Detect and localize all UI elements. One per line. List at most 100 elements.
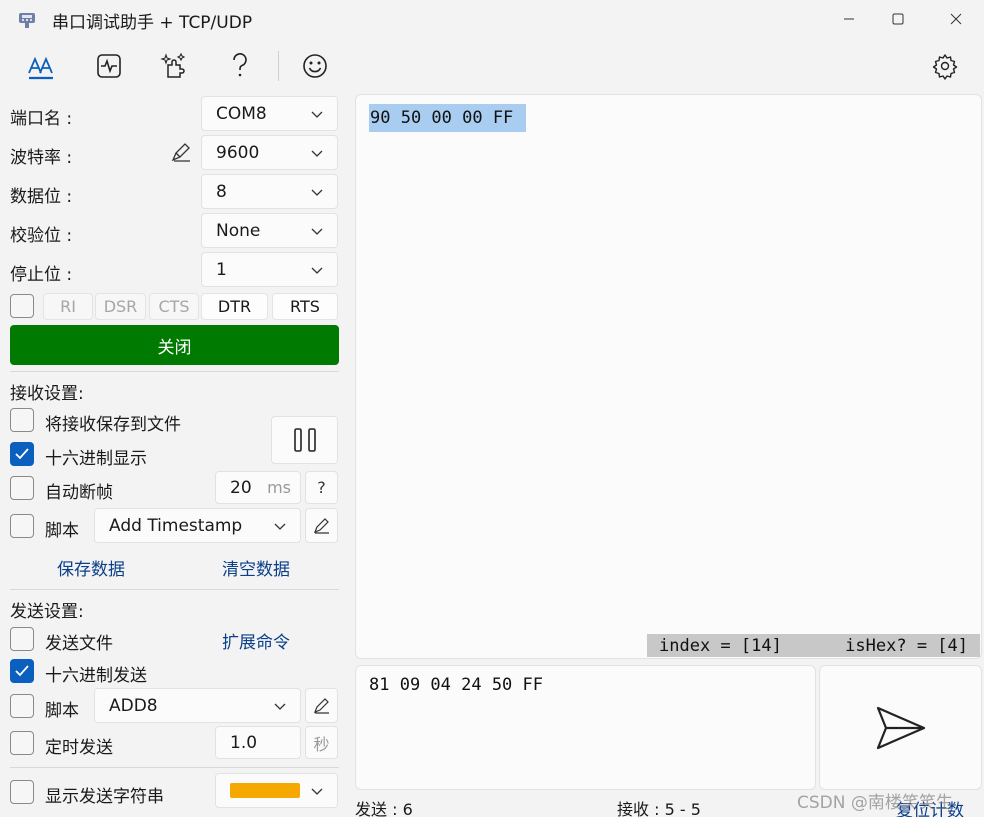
chevron-down-icon: [274, 523, 286, 530]
font-icon[interactable]: [21, 46, 61, 86]
databits-value: 8: [216, 181, 227, 202]
send-script-select[interactable]: ADD8: [94, 688, 301, 723]
status-index: index = [14]: [659, 635, 782, 656]
parity-select[interactable]: None: [201, 213, 338, 248]
baud-value: 9600: [216, 142, 260, 163]
title-bar: 串口调试助手 + TCP/UDP: [0, 0, 984, 38]
chevron-down-icon: [311, 189, 323, 196]
stopbits-value: 1: [216, 259, 227, 280]
frame-help-button[interactable]: ?: [305, 471, 338, 504]
chevron-down-icon: [311, 111, 323, 118]
signal-dsr: DSR: [95, 293, 146, 320]
extend-command-link[interactable]: 扩展命令: [222, 628, 290, 653]
timed-send-checkbox[interactable]: [10, 731, 34, 755]
frame-timeout-input[interactable]: 20 ms: [215, 471, 301, 504]
parity-label: 校验位 :: [10, 226, 73, 246]
watermark: CSDN @南楼笑笑生: [797, 793, 953, 813]
clear-data-link[interactable]: 清空数据: [222, 555, 290, 580]
receive-script-checkbox[interactable]: [10, 514, 34, 538]
send-script-checkbox[interactable]: [10, 694, 34, 718]
timed-send-label: 定时发送: [45, 738, 113, 758]
hex-send-checkbox[interactable]: [10, 659, 34, 683]
signal-ri: RI: [43, 293, 93, 320]
timed-send-value: 1.0: [230, 732, 258, 753]
chevron-down-icon: [274, 703, 286, 710]
chevron-down-icon: [311, 150, 323, 157]
save-to-file-checkbox[interactable]: [10, 408, 34, 432]
send-text-input[interactable]: 81 09 04 24 50 FF: [355, 665, 816, 790]
send-icon: [876, 706, 925, 749]
port-value: COM8: [216, 103, 267, 124]
save-data-link[interactable]: 保存数据: [57, 555, 125, 580]
auto-frame-checkbox[interactable]: [10, 476, 34, 500]
baud-label: 波特率 :: [10, 148, 73, 168]
waveform-icon[interactable]: [89, 46, 129, 86]
received-count: 接收 : 5 - 5: [617, 800, 701, 817]
chevron-down-icon: [311, 267, 323, 274]
close-port-button[interactable]: 关闭: [10, 325, 339, 365]
receive-script-value: Add Timestamp: [109, 515, 243, 536]
timed-send-input[interactable]: 1.0: [215, 726, 301, 759]
signal-cts: CTS: [149, 293, 199, 320]
settings-icon[interactable]: [925, 46, 965, 86]
baud-select[interactable]: 9600: [201, 135, 338, 170]
color-swatch: [230, 783, 300, 798]
chevron-down-icon: [311, 228, 323, 235]
receive-panel[interactable]: 90 50 00 00 FF index = [14] isHex? = [4]: [355, 94, 982, 659]
frame-timeout-unit: ms: [267, 478, 291, 497]
signal-rts-button[interactable]: RTS: [272, 293, 338, 320]
divider: [10, 589, 339, 590]
pen-icon: [313, 697, 329, 714]
save-to-file-label: 将接收保存到文件: [45, 415, 181, 435]
pen-icon: [313, 517, 329, 534]
status-bar: index = [14] isHex? = [4]: [647, 634, 980, 657]
baud-edit-icon[interactable]: [170, 141, 192, 168]
timed-send-unit: 秒: [305, 726, 338, 759]
minimize-button[interactable]: [824, 0, 874, 38]
hex-send-label: 十六进制发送: [45, 666, 147, 686]
pause-button[interactable]: [271, 416, 338, 464]
send-file-label: 发送文件: [45, 634, 113, 654]
receive-header: 接收设置:: [10, 384, 84, 404]
divider: [10, 371, 339, 372]
frame-timeout-value: 20: [230, 477, 252, 498]
received-text[interactable]: 90 50 00 00 FF: [369, 104, 527, 132]
receive-script-select[interactable]: Add Timestamp: [94, 508, 301, 543]
parity-value: None: [216, 220, 261, 241]
hex-display-label: 十六进制显示: [45, 449, 147, 469]
plugin-icon[interactable]: [155, 46, 195, 86]
close-window-button[interactable]: [931, 0, 981, 38]
check-icon: [15, 665, 29, 677]
databits-select[interactable]: 8: [201, 174, 338, 209]
toolbar-separator: [278, 51, 279, 81]
string-color-picker[interactable]: [215, 773, 338, 808]
window-title: 串口调试助手 + TCP/UDP: [52, 13, 253, 33]
send-script-value: ADD8: [109, 695, 158, 716]
send-text: 81 09 04 24 50 FF: [369, 675, 543, 695]
port-label: 端口名 :: [10, 109, 73, 129]
send-file-checkbox[interactable]: [10, 627, 34, 651]
signals-checkbox[interactable]: [10, 294, 34, 318]
hex-display-checkbox[interactable]: [10, 442, 34, 466]
help-icon[interactable]: [220, 46, 260, 86]
databits-label: 数据位 :: [10, 187, 73, 207]
stopbits-select[interactable]: 1: [201, 252, 338, 287]
show-string-label: 显示发送字符串: [45, 787, 164, 807]
stopbits-label: 停止位 :: [10, 265, 73, 285]
receive-script-edit-button[interactable]: [305, 508, 338, 543]
check-icon: [15, 448, 29, 460]
receive-script-label: 脚本: [45, 521, 79, 541]
port-select[interactable]: COM8: [201, 96, 338, 131]
maximize-button[interactable]: [873, 0, 923, 38]
signal-dtr-button[interactable]: DTR: [201, 293, 268, 320]
smiley-icon[interactable]: [295, 46, 335, 86]
send-script-edit-button[interactable]: [305, 688, 338, 723]
app-icon: [16, 9, 38, 36]
status-ishex: isHex? = [4]: [845, 635, 968, 656]
pause-icon: [293, 428, 316, 452]
divider: [10, 767, 339, 768]
chevron-down-icon: [311, 788, 323, 795]
send-button[interactable]: [819, 665, 982, 790]
show-string-checkbox[interactable]: [10, 780, 34, 804]
auto-frame-label: 自动断帧: [45, 483, 113, 503]
